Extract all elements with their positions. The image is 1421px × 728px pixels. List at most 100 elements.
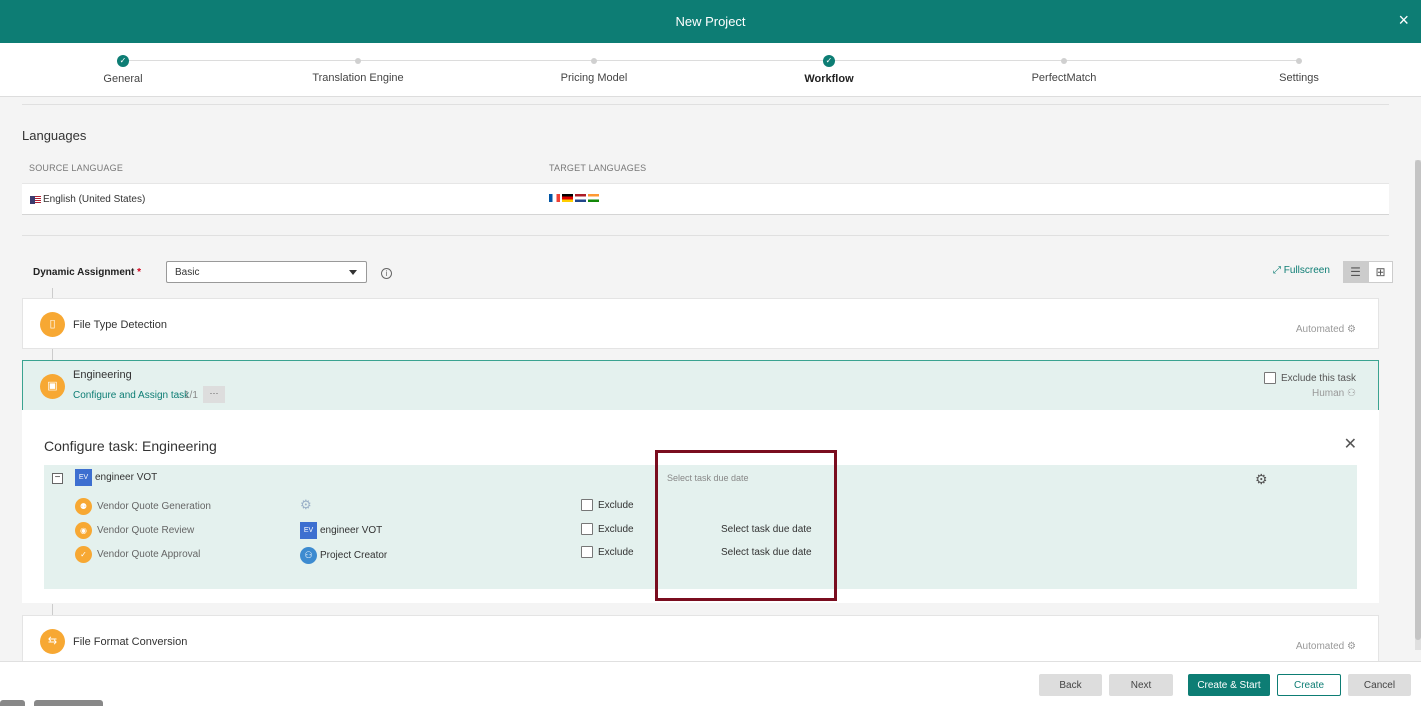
gear-icon: ⚙ [1347, 324, 1356, 335]
divider [22, 235, 1389, 236]
document-icon: ▯ [40, 312, 65, 337]
fr-flag-icon [549, 194, 560, 202]
step-label: Settings [1279, 72, 1319, 84]
engineering-icon: ▣ [40, 374, 65, 399]
create-start-button[interactable]: Create & Start [1188, 674, 1270, 696]
configure-title: Configure task: Engineering [44, 438, 217, 454]
taskbar-tab[interactable] [0, 700, 25, 706]
user-icon: ⚇ [300, 547, 317, 564]
task-mode: Automated ⚙ [1295, 641, 1356, 652]
step-dot [355, 58, 361, 64]
info-icon[interactable]: i [381, 268, 392, 279]
step-translation-engine[interactable]: Translation Engine [258, 43, 458, 84]
subtask-vendor-quote-review: ◉ Vendor Quote Review [75, 522, 194, 539]
step-pricing-model[interactable]: Pricing Model [494, 43, 694, 84]
conversion-icon: ⇆ [40, 629, 65, 654]
highlight-box [655, 450, 837, 601]
step-workflow[interactable]: ✓ Workflow [729, 43, 929, 85]
task-count: 1/1 [184, 390, 198, 401]
next-button[interactable]: Next [1109, 674, 1173, 696]
vertical-scrollbar[interactable] [1415, 160, 1421, 650]
task-engineering[interactable]: ▣ Engineering Configure and Assign task … [22, 360, 1379, 411]
step-general[interactable]: ✓ General [23, 43, 223, 85]
step-label: Translation Engine [312, 72, 404, 84]
exclude-checkbox[interactable]: Exclude [581, 546, 634, 558]
nl-flag-icon [575, 194, 586, 202]
dialog-title: New Project [675, 14, 746, 29]
back-button[interactable]: Back [1039, 674, 1102, 696]
step-dot [591, 58, 597, 64]
configure-assign-link[interactable]: Configure and Assign task [73, 390, 189, 401]
check-icon: ✓ [823, 55, 835, 67]
checkbox[interactable] [581, 499, 593, 511]
assign-gear-icon[interactable]: ⚙ [300, 497, 312, 513]
step-label: Pricing Model [560, 72, 628, 84]
step-dot [1061, 58, 1067, 64]
generation-icon: ⚉ [75, 498, 92, 515]
task-file-format-conversion[interactable]: ⇆ File Format Conversion Automated ⚙ [22, 615, 1379, 661]
check-icon: ✓ [75, 546, 92, 563]
dynamic-assignment-select[interactable]: Basic [166, 261, 367, 283]
step-perfectmatch[interactable]: PerfectMatch [964, 43, 1164, 84]
source-language-label: English (United States) [43, 194, 146, 205]
fullscreen-button[interactable]: ⤢ Fullscreen [1273, 265, 1330, 276]
exclude-task-checkbox[interactable]: Exclude this task [1263, 372, 1356, 384]
subtask-vendor-quote-generation: ⚉ Vendor Quote Generation [75, 498, 211, 515]
more-button[interactable]: ··· [203, 386, 225, 403]
eye-icon: ◉ [75, 522, 92, 539]
workflow-connector [52, 288, 53, 298]
checkbox[interactable] [581, 546, 593, 558]
languages-row: English (United States) [22, 183, 1389, 215]
close-icon[interactable]: × [1398, 10, 1409, 30]
step-label: Workflow [804, 73, 854, 85]
expand-icon: ⤢ [1273, 265, 1281, 276]
subtask-vendor-quote-approval: ✓ Vendor Quote Approval [75, 546, 200, 563]
step-settings[interactable]: Settings [1199, 43, 1399, 84]
dynamic-assignment-label: Dynamic Assignment * [33, 267, 142, 278]
check-icon: ✓ [117, 55, 129, 67]
caret-down-icon [349, 270, 357, 275]
target-languages [549, 194, 601, 202]
select-value: Basic [175, 267, 200, 278]
scrollbar-thumb[interactable] [1415, 160, 1421, 640]
us-flag-icon [30, 195, 41, 204]
dialog-header: New Project × [0, 0, 1421, 43]
task-name: Engineering [73, 369, 132, 381]
exclude-checkbox[interactable]: Exclude [581, 499, 634, 511]
checkbox[interactable] [1263, 372, 1276, 384]
task-mode: Automated ⚙ [1295, 324, 1356, 335]
avatar: EV [75, 469, 92, 486]
workflow-connector [52, 604, 53, 615]
grid-view-icon[interactable]: ⊞ [1368, 261, 1393, 283]
step-label: PerfectMatch [1031, 72, 1097, 84]
exclude-checkbox[interactable]: Exclude [581, 523, 634, 535]
subtask-assignee[interactable]: ⚇ Project Creator [300, 547, 387, 564]
task-name: File Format Conversion [73, 636, 188, 648]
target-languages-header: TARGET LANGUAGES [549, 163, 647, 173]
cancel-button[interactable]: Cancel [1348, 674, 1411, 696]
step-dot [1296, 58, 1302, 64]
task-name: File Type Detection [73, 319, 167, 331]
task-mode: Human ⚇ [1312, 388, 1356, 399]
list-view-icon[interactable]: ☰ [1343, 261, 1368, 283]
collapse-icon[interactable]: − [52, 473, 63, 484]
fullscreen-label: Fullscreen [1283, 265, 1330, 276]
gear-icon[interactable]: ⚙ [1255, 471, 1268, 488]
source-language-header: SOURCE LANGUAGE [29, 163, 124, 173]
gear-icon: ⚙ [1347, 641, 1356, 652]
dialog-footer: Back Next Create & Start Create Cancel [0, 661, 1421, 728]
subtask-assignee[interactable]: EV engineer VOT [300, 522, 382, 539]
wizard-stepper: ✓ General Translation Engine Pricing Mod… [0, 43, 1421, 97]
divider [22, 104, 1389, 105]
task-file-type-detection[interactable]: ▯ File Type Detection Automated ⚙ [22, 298, 1379, 349]
avatar: EV [300, 522, 317, 539]
in-flag-icon [588, 194, 599, 202]
taskbar-tab[interactable] [34, 700, 103, 706]
workflow-connector [52, 349, 53, 360]
checkbox[interactable] [581, 523, 593, 535]
step-label: General [103, 73, 143, 85]
create-button[interactable]: Create [1277, 674, 1341, 696]
group-assignee: EV engineer VOT [75, 469, 157, 486]
close-icon[interactable]: ✕ [1344, 434, 1357, 454]
source-language: English (United States) [30, 194, 145, 205]
